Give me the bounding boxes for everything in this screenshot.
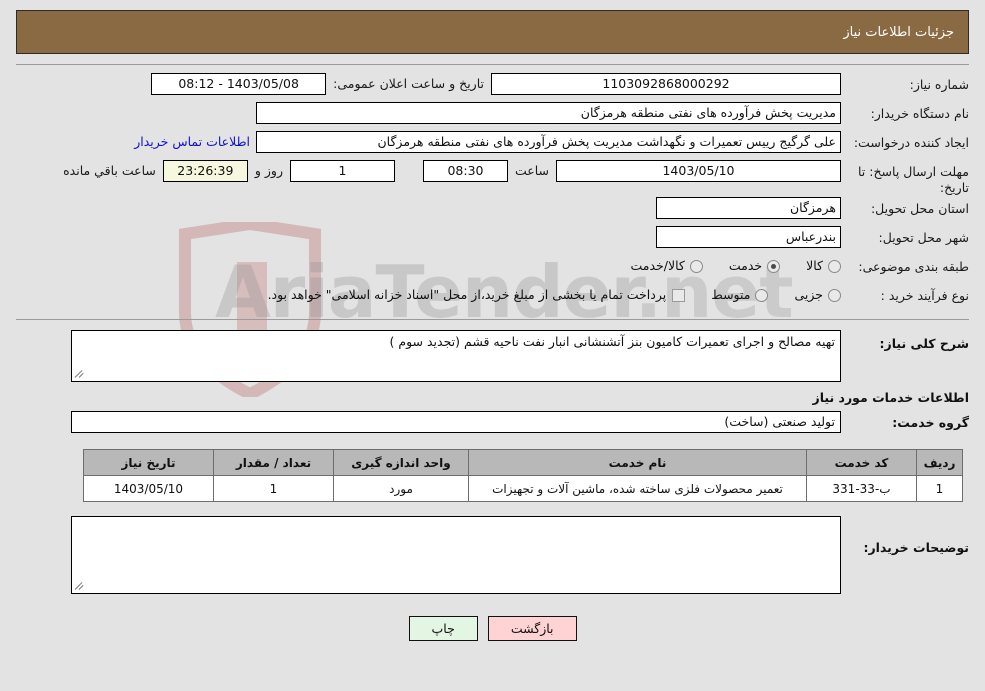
col-service-name: نام خدمت (468, 449, 807, 477)
row-city: شهر محل تحویل: بندرعباس (16, 226, 969, 253)
row-description: شرح کلی نیاز: تهیه مصالح و اجرای تعمیرات… (16, 330, 969, 383)
services-table-wrap: ردیف کد خدمت نام خدمت واحد اندازه گیری ت… (16, 441, 969, 508)
col-need-date: تاریخ نیاز (83, 449, 214, 477)
city-value[interactable]: بندرعباس (656, 226, 841, 249)
services-table: ردیف کد خدمت نام خدمت واحد اندازه گیری ت… (83, 449, 963, 503)
footer-buttons: بازگشت چاپ (0, 604, 985, 651)
page-title: جزئیات اطلاعات نیاز (843, 24, 954, 40)
row-creator: ایجاد کننده درخواست: علی گرگیج رییس تعمی… (16, 131, 969, 158)
deadline-time-value[interactable]: 08:30 (422, 160, 508, 182)
row-service-group: گروه خدمت: تولید صنعتی (ساخت) (16, 411, 969, 437)
print-button[interactable]: چاپ (408, 616, 478, 642)
description-section: شرح کلی نیاز: تهیه مصالح و اجرای تعمیرات… (16, 320, 969, 441)
col-row-no: ردیف (916, 449, 963, 477)
category-option-goods[interactable]: کالا (806, 255, 841, 277)
category-radio-group: کالا خدمت کالا/خدمت (604, 255, 841, 277)
treasury-note-text: پرداخت تمام یا بخشی از مبلغ خرید،از محل … (267, 287, 667, 303)
category-label: طبقه بندی موضوعی: (858, 259, 969, 275)
cell-service-code: ب-33-331 (806, 475, 917, 503)
row-province: استان محل تحویل: هرمزگان (16, 197, 969, 224)
back-button[interactable]: بازگشت (487, 616, 577, 642)
row-purchase-process: نوع فرآیند خرید : جزیی متوسط پرداخت تمام… (16, 284, 969, 311)
cell-row-no: 1 (916, 475, 963, 503)
creator-value[interactable]: علی گرگیج رییس تعمیرات و نگهداشت مدیریت … (256, 131, 841, 153)
remaining-time-value: 23:26:39 (162, 160, 248, 182)
radio-icon[interactable] (828, 288, 841, 302)
page-root: جزئیات اطلاعات نیاز شماره نیاز: 11030928… (0, 0, 985, 604)
cell-need-date: 1403/05/10 (83, 475, 214, 503)
process-radio-group: جزیی متوسط پرداخت تمام یا بخشی از مبلغ خ… (242, 284, 841, 306)
process-option-medium[interactable]: متوسط (711, 284, 769, 306)
remaining-days-label: روز و (254, 163, 283, 178)
col-service-code: کد خدمت (806, 449, 917, 477)
category-option-label: کالا/خدمت (630, 258, 685, 274)
public-announce-label: تاریخ و ساعت اعلان عمومی: (333, 76, 484, 91)
description-label: شرح کلی نیاز: (879, 336, 969, 352)
province-value[interactable]: هرمزگان (656, 197, 841, 220)
radio-icon-selected[interactable] (767, 259, 781, 273)
radio-icon[interactable] (828, 259, 841, 273)
need-fields: شماره نیاز: 1103092868000292 تاریخ و ساع… (16, 65, 969, 319)
province-label: استان محل تحویل: (870, 201, 969, 217)
resize-grip-icon[interactable] (74, 581, 85, 591)
table-header-row: ردیف کد خدمت نام خدمت واحد اندازه گیری ت… (83, 449, 963, 477)
service-group-value[interactable]: تولید صنعتی (ساخت) (71, 411, 841, 434)
treasury-note-checkbox-wrap[interactable]: پرداخت تمام یا بخشی از مبلغ خرید،از محل … (268, 284, 686, 306)
services-heading: اطلاعات خدمات مورد نیاز (812, 390, 970, 406)
cell-service-name: تعمیر محصولات فلزی ساخته شده، ماشین آلات… (468, 475, 807, 503)
need-number-value[interactable]: 1103092868000292 (491, 73, 841, 95)
public-announce-value[interactable]: 1403/05/08 - 08:12 (151, 73, 327, 95)
remaining-time-label: ساعت باقي مانده (63, 163, 156, 178)
city-label: شهر محل تحویل: (878, 230, 969, 246)
table-row: 1 ب-33-331 تعمیر محصولات فلزی ساخته شده،… (83, 475, 963, 503)
process-option-label: متوسط (711, 287, 751, 303)
col-unit: واحد اندازه گیری (333, 449, 469, 477)
page-title-bar: جزئیات اطلاعات نیاز (16, 10, 969, 54)
process-option-minor[interactable]: جزیی (794, 284, 841, 306)
buyer-notes-label: توضیحات خریدار: (863, 540, 969, 556)
remaining-days-value[interactable]: 1 (289, 160, 395, 182)
radio-icon[interactable] (689, 259, 703, 273)
description-textarea[interactable]: تهیه مصالح و اجرای تعمیرات کامیون بنز آت… (71, 330, 841, 383)
category-option-goods-service[interactable]: کالا/خدمت (630, 255, 703, 277)
resize-grip-icon[interactable] (74, 369, 85, 379)
category-option-label: خدمت (728, 258, 763, 274)
row-deadline: مهلت ارسال پاسخ: تا تاریخ: 1403/05/10 سا… (16, 160, 969, 195)
need-number-label: شماره نیاز: (909, 77, 969, 92)
row-need-number: شماره نیاز: 1103092868000292 تاریخ و ساع… (16, 73, 969, 100)
buyer-contact-link[interactable]: اطلاعات تماس خریدار (134, 131, 250, 153)
cell-quantity: 1 (213, 475, 334, 503)
buyer-org-value[interactable]: مدیریت پخش فرآورده های نفتی منطقه هرمزگا… (256, 102, 841, 124)
service-group-label: گروه خدمت: (892, 414, 969, 430)
col-quantity: تعداد / مقدار (213, 449, 334, 477)
buyer-org-label: نام دستگاه خریدار: (870, 106, 969, 121)
row-buyer-org: نام دستگاه خریدار: مدیریت پخش فرآورده ها… (16, 102, 969, 129)
checkbox-icon[interactable] (672, 288, 686, 302)
need-info-panel: شماره نیاز: 1103092868000292 تاریخ و ساع… (16, 64, 969, 321)
row-category: طبقه بندی موضوعی: کالا خدمت کالا/خدمت (16, 255, 969, 282)
radio-icon[interactable] (755, 288, 769, 302)
deadline-time-label: ساعت (514, 163, 549, 178)
category-option-label: کالا (806, 258, 823, 274)
process-option-label: جزیی (794, 287, 823, 303)
creator-label: ایجاد کننده درخواست: (853, 135, 969, 150)
category-option-service[interactable]: خدمت (728, 255, 781, 277)
process-label: نوع فرآیند خرید : (880, 288, 969, 304)
row-buyer-notes: توضیحات خریدار: (16, 508, 969, 604)
deadline-label: مهلت ارسال پاسخ: تا تاریخ: (858, 164, 969, 195)
buyer-notes-textarea[interactable] (71, 516, 841, 595)
deadline-date-value[interactable]: 1403/05/10 (556, 160, 841, 182)
cell-unit: مورد (333, 475, 469, 503)
